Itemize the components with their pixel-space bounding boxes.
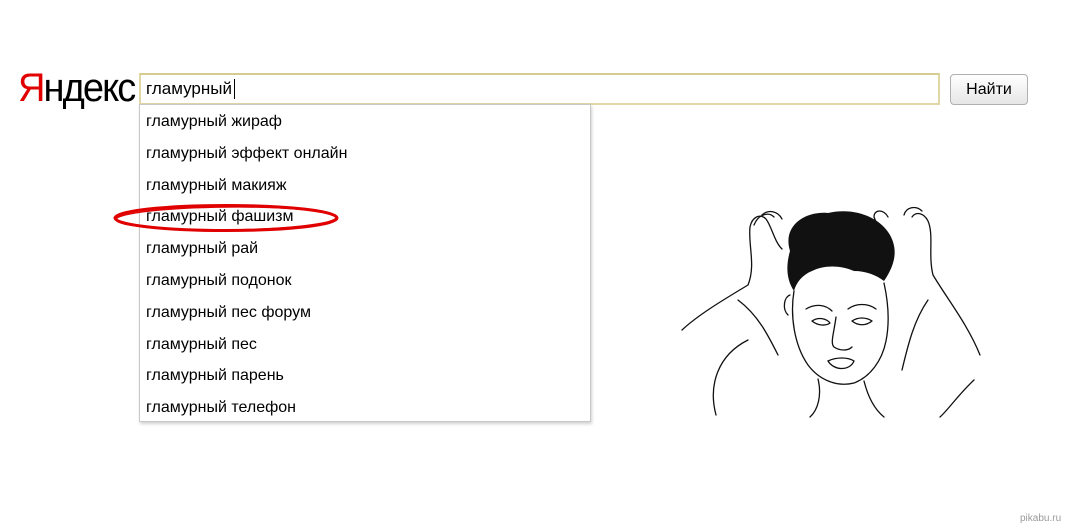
text-caret bbox=[234, 79, 235, 99]
suggestion-item[interactable]: гламурный макияж bbox=[140, 170, 590, 202]
suggestion-item[interactable]: гламурный телефон bbox=[140, 392, 590, 424]
suggestion-item[interactable]: гламурный пес форум bbox=[140, 297, 590, 329]
logo-first-letter: Я bbox=[18, 66, 45, 110]
search-button[interactable]: Найти bbox=[950, 74, 1028, 105]
suggestion-item[interactable]: гламурный жираф bbox=[140, 106, 590, 138]
suggestions-dropdown: гламурный жираф гламурный эффект онлайн … bbox=[139, 104, 591, 422]
suggestion-item[interactable]: гламурный парень bbox=[140, 360, 590, 392]
suggestion-item[interactable]: гламурный подонок bbox=[140, 265, 590, 297]
search-box[interactable] bbox=[139, 73, 940, 105]
yandex-logo[interactable]: Яндекс bbox=[18, 62, 137, 114]
facepalm-meme-drawing bbox=[681, 206, 981, 418]
search-input[interactable] bbox=[141, 75, 938, 103]
suggestion-item[interactable]: гламурный пес bbox=[140, 329, 590, 361]
suggestion-item[interactable]: гламурный рай bbox=[140, 233, 590, 265]
suggestion-item[interactable]: гламурный эффект онлайн bbox=[140, 138, 590, 170]
watermark: pikabu.ru bbox=[1020, 513, 1062, 524]
red-circle-annotation bbox=[113, 204, 339, 232]
logo-rest: ндекс bbox=[43, 66, 137, 110]
